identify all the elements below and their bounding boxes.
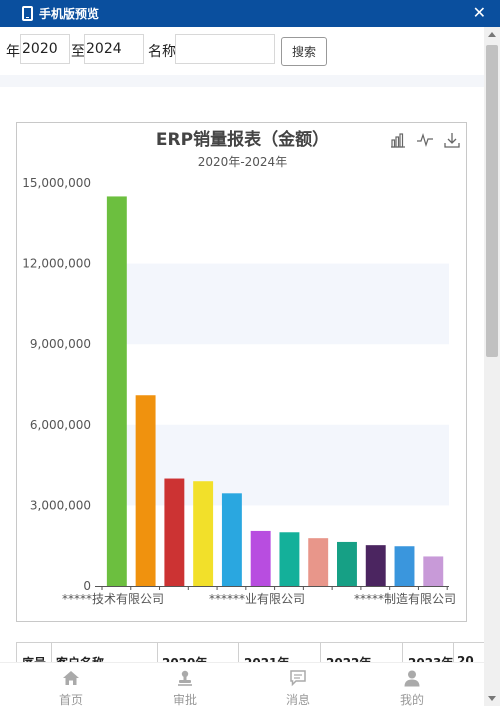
bar bbox=[308, 538, 329, 586]
name-input[interactable] bbox=[175, 34, 275, 64]
user-icon bbox=[404, 670, 420, 687]
from-year-input[interactable] bbox=[20, 34, 70, 64]
bar bbox=[337, 541, 357, 586]
download-icon[interactable] bbox=[443, 131, 461, 149]
year-label: 年 bbox=[6, 44, 20, 60]
phone-icon bbox=[22, 6, 33, 21]
divider-band bbox=[0, 75, 484, 87]
nav-item-home[interactable]: 首页 bbox=[21, 663, 121, 706]
y-tick-label: 9,000,000 bbox=[30, 337, 91, 351]
message-icon bbox=[290, 670, 306, 687]
bar-chart-icon[interactable] bbox=[389, 131, 407, 149]
approval-icon bbox=[178, 670, 192, 686]
bar bbox=[106, 196, 127, 586]
chart-subtitle: 2020年-2024年 bbox=[197, 155, 288, 169]
y-tick-label: 3,000,000 bbox=[30, 498, 91, 512]
window-title: 手机版预览 bbox=[39, 7, 100, 21]
grid-band bbox=[117, 263, 449, 345]
x-tick-label: ******业有限公司 bbox=[209, 592, 305, 606]
y-tick-label: 15,000,000 bbox=[22, 176, 91, 190]
scrollbar-thumb[interactable] bbox=[486, 45, 498, 357]
preview-content: 年 至 名称 搜索 0 3,000,000 6,000,000 9,000,000 12… bbox=[0, 27, 484, 706]
bar bbox=[394, 546, 415, 586]
x-tick-label: *****制造有限公司 bbox=[354, 592, 456, 606]
nav-label-home: 首页 bbox=[58, 693, 83, 706]
nav-label-profile: 我的 bbox=[399, 693, 424, 706]
nav-item-approval[interactable]: 审批 bbox=[135, 663, 235, 706]
nav-label-approval: 审批 bbox=[172, 693, 197, 706]
bottom-nav: 首页 审批 消息 我的 bbox=[0, 662, 484, 706]
bar bbox=[423, 556, 444, 586]
bar bbox=[164, 478, 185, 586]
x-tick-label: *****技术有限公司 bbox=[62, 592, 164, 606]
nav-item-profile[interactable]: 我的 bbox=[362, 663, 462, 706]
nav-item-messages[interactable]: 消息 bbox=[248, 663, 348, 706]
name-label: 名称 bbox=[148, 44, 176, 60]
bar bbox=[221, 493, 242, 586]
filter-bar: 年 至 名称 搜索 bbox=[0, 27, 484, 75]
scroll-up-icon[interactable] bbox=[488, 32, 496, 37]
scroll-down-icon[interactable] bbox=[488, 696, 496, 701]
to-label: 至 bbox=[71, 44, 85, 60]
home-icon bbox=[63, 671, 79, 685]
to-year-input[interactable] bbox=[84, 34, 144, 64]
bar bbox=[250, 530, 271, 586]
bar bbox=[135, 395, 156, 586]
bar bbox=[193, 481, 214, 586]
chart-plot-area: 0 3,000,000 6,000,000 9,000,000 12,000,000 15… bbox=[22, 176, 456, 606]
vertical-scrollbar[interactable] bbox=[484, 27, 500, 706]
close-button[interactable]: ✕ bbox=[473, 4, 486, 22]
nav-label-messages: 消息 bbox=[285, 693, 310, 706]
window-titlebar: 手机版预览 ✕ bbox=[0, 0, 500, 27]
line-chart-icon[interactable] bbox=[416, 131, 434, 149]
bar bbox=[279, 532, 300, 586]
y-tick-label: 12,000,000 bbox=[22, 257, 91, 271]
y-tick-label: 0 bbox=[83, 579, 91, 593]
sales-chart: 0 3,000,000 6,000,000 9,000,000 12,000,000 15… bbox=[16, 122, 467, 622]
y-tick-label: 6,000,000 bbox=[30, 418, 91, 432]
search-button[interactable]: 搜索 bbox=[281, 37, 327, 66]
bar bbox=[365, 545, 386, 586]
